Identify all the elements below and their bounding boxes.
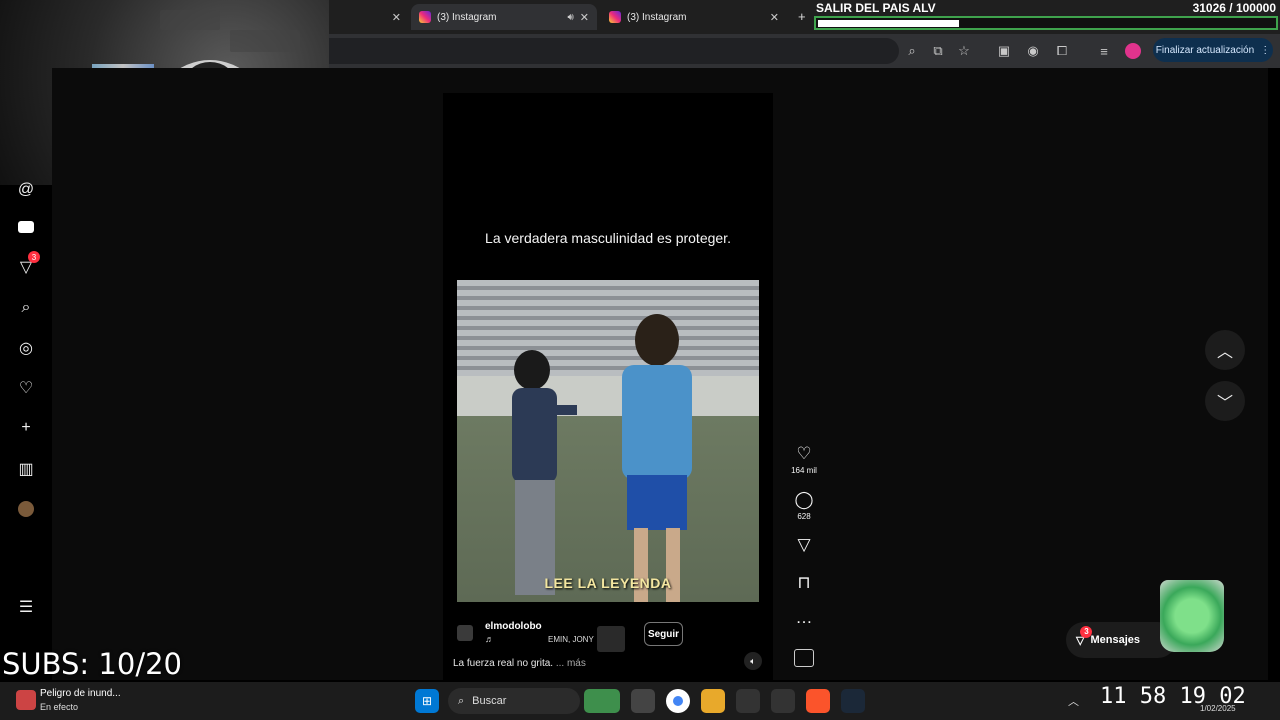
system-date[interactable]: 1/02/2025 (1200, 704, 1236, 713)
stream-goal-overlay: SALIR DEL PAIS ALV 31026 / 100000 (812, 0, 1280, 32)
create-plus-icon[interactable]: + (14, 416, 38, 440)
search-icon: ⌕ (458, 694, 465, 707)
brave-icon[interactable] (806, 689, 830, 713)
notifications-heart-icon[interactable]: ♡ (14, 376, 38, 400)
messages-label: Mensajes (1090, 634, 1140, 646)
more-link[interactable]: ... más (556, 658, 586, 669)
search-label: Buscar (472, 695, 507, 707)
stream-timer: 11 58 19 02 (1100, 684, 1246, 709)
goal-title: SALIR DEL PAIS ALV (816, 1, 936, 15)
music-icon[interactable]: ♬ (485, 634, 494, 644)
tab-close-button[interactable]: ✕ (770, 11, 779, 24)
previous-reel-button[interactable]: ︿ (1205, 330, 1245, 370)
tab-previous[interactable]: ✕ (329, 4, 409, 30)
description-text: La fuerza real no grita. (453, 658, 554, 669)
tab-close-button[interactable]: ✕ (580, 11, 589, 24)
reel-description[interactable]: La fuerza real no grita. ... más (453, 658, 586, 669)
direct-messages-icon[interactable]: ▽ 3 (14, 251, 40, 279)
chrome-icon[interactable] (666, 689, 690, 713)
like-count: 164 mil (791, 466, 817, 475)
task-view-icon[interactable] (631, 689, 655, 713)
comment-count: 628 (797, 512, 811, 521)
goal-progress-fill (818, 20, 959, 27)
tab-title: (3) Instagram (627, 11, 687, 23)
insights-icon[interactable]: ▥ (14, 457, 38, 481)
install-app-icon[interactable]: ⧉ (927, 40, 949, 62)
like-action[interactable]: ♡ 164 mil (791, 444, 817, 475)
author-name[interactable]: elmodolobo (485, 621, 542, 632)
weather-title[interactable]: Peligro de inund... (40, 688, 121, 699)
next-reel-button[interactable]: ﹀ (1205, 381, 1245, 421)
threads-icon[interactable]: @ (14, 178, 38, 202)
extension-icon[interactable]: ▣ (993, 40, 1015, 62)
instagram-icon (609, 11, 621, 23)
file-explorer-icon[interactable] (701, 689, 725, 713)
update-button[interactable]: Finalizar actualización ⋮ (1153, 38, 1273, 62)
zoom-icon[interactable]: ⌕ (901, 40, 923, 62)
steam-icon[interactable] (841, 689, 865, 713)
subs-counter: SUBS: 10/20 (2, 647, 182, 681)
tray-chevron-icon[interactable]: ︿ (1068, 693, 1079, 709)
follow-button[interactable]: Seguir (644, 622, 683, 646)
notification-badge: 3 (1080, 625, 1093, 638)
tab-instagram-active[interactable]: (3) Instagram 🔊︎ ✕ (411, 4, 597, 30)
audio-thumbnail[interactable] (794, 649, 814, 667)
speaker-icon[interactable]: 🔊︎ (567, 12, 573, 23)
reel-caption: La verdadera masculinidad es proteger. (485, 230, 731, 246)
widget-icon[interactable] (584, 689, 620, 713)
share-icon[interactable]: ▽ (797, 535, 810, 555)
extensions-puzzle-icon[interactable]: ⧠ (1051, 40, 1073, 62)
media-control-icon[interactable]: ≡ (1093, 40, 1115, 62)
reporter-figure (512, 350, 577, 595)
menu-kebab-icon: ⋮ (1260, 44, 1271, 56)
weather-status: En efecto (40, 702, 79, 712)
stream-jar-overlay (1160, 580, 1224, 652)
profile-avatar[interactable] (14, 497, 38, 521)
author-avatar[interactable] (457, 625, 473, 641)
player-figure (622, 314, 692, 602)
goal-count: 31026 / 100000 (1192, 1, 1276, 15)
more-menu-icon[interactable]: ☰ (14, 595, 38, 619)
instagram-icon (419, 11, 431, 23)
taskbar-search[interactable]: ⌕ Buscar (448, 688, 580, 714)
reel-video[interactable] (457, 280, 759, 602)
notification-badge: 3 (28, 251, 40, 263)
bookmark-star-icon[interactable]: ☆ (953, 40, 975, 62)
heart-icon[interactable]: ♡ (796, 444, 811, 464)
windows-start-icon[interactable]: ⊞ (415, 689, 439, 713)
app-icon[interactable] (736, 689, 760, 713)
profile-avatar[interactable] (1122, 40, 1144, 62)
address-bar[interactable] (329, 38, 899, 64)
tab-title: (3) Instagram (437, 11, 497, 23)
share-action[interactable]: ▽ (791, 535, 817, 555)
extension-icon[interactable]: ◉ (1022, 40, 1044, 62)
comment-icon[interactable]: ◯ (794, 490, 813, 510)
direct-messages-icon: ▽ 3 (1076, 625, 1093, 647)
collab-logo (597, 626, 625, 652)
more-dots-icon[interactable]: … (796, 608, 813, 628)
goal-progress-bar (814, 16, 1278, 30)
new-tab-button[interactable]: + (798, 9, 806, 24)
tab-close-button[interactable]: ✕ (392, 11, 401, 24)
comment-action[interactable]: ◯ 628 (791, 490, 817, 521)
weather-alert-icon[interactable] (16, 690, 36, 710)
app-icon[interactable] (771, 689, 795, 713)
bookmark-icon[interactable]: ⊓ (797, 573, 810, 593)
explore-icon[interactable]: ◎ (14, 336, 38, 360)
tab-instagram[interactable]: (3) Instagram ✕ (601, 4, 787, 30)
reels-icon[interactable] (14, 215, 38, 239)
search-icon[interactable]: ⌕ (14, 296, 38, 320)
more-options[interactable]: … (791, 608, 817, 628)
mute-icon[interactable]: 🔈︎ (744, 652, 762, 670)
update-label: Finalizar actualización (1155, 44, 1255, 56)
collaborators[interactable]: EMIN, JONY (548, 635, 594, 644)
video-overlay-text: LEE LA LEYENDA (544, 575, 672, 591)
save-action[interactable]: ⊓ (791, 573, 817, 593)
